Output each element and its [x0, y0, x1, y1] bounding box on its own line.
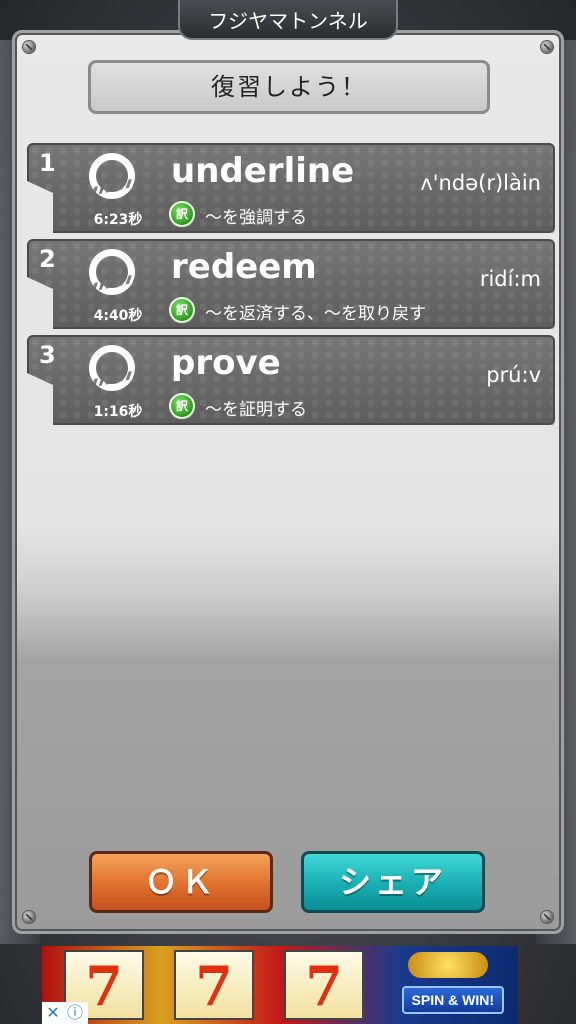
pronunciation: prú:v	[486, 363, 541, 387]
answer-time: 1:16秒	[93, 404, 143, 420]
answer-time: 6:23秒	[93, 212, 143, 228]
game-screen: フジヤマトンネル 復習しよう！ 1 6:23秒 underline ʌ'ndə(…	[0, 0, 576, 1024]
pronunciation: ridí:m	[479, 267, 541, 291]
stage-name: フジヤマトンネル	[178, 0, 398, 40]
screw-icon	[23, 911, 35, 923]
ad-banner[interactable]: 7 7 7 SPIN & WIN!	[42, 946, 518, 1024]
review-dialog: 復習しよう！ 1 6:23秒 underline ʌ'ndə(r)làin 訳 …	[12, 30, 564, 934]
info-icon[interactable]: ⓘ	[64, 1002, 86, 1024]
translation-badge-icon: 訳	[169, 297, 195, 323]
ok-button[interactable]: ＯＫ	[89, 851, 273, 913]
item-number: 2	[39, 245, 56, 273]
screw-icon	[23, 41, 35, 53]
close-icon[interactable]: ✕	[42, 1002, 64, 1024]
screw-icon	[541, 41, 553, 53]
translation-badge-icon: 訳	[169, 201, 195, 227]
item-number: 3	[39, 341, 56, 369]
word-text: prove	[171, 343, 281, 383]
share-button[interactable]: シェア	[301, 851, 485, 913]
meaning-text: 〜を強調する	[205, 208, 307, 228]
ad-controls: ✕ ⓘ	[42, 1002, 88, 1024]
answer-time: 4:40秒	[93, 308, 143, 324]
word-card-2[interactable]: 2 4:40秒 redeem ridí:m 訳 〜を返済する、〜を取り戻す	[27, 239, 555, 329]
jackpot-logo-icon	[408, 952, 488, 978]
slot-reel: 7	[284, 950, 364, 1020]
translation-badge-icon: 訳	[169, 393, 195, 419]
meaning-text: 〜を返済する、〜を取り戻す	[205, 304, 426, 324]
review-list: 1 6:23秒 underline ʌ'ndə(r)làin 訳 〜を強調する …	[27, 143, 555, 431]
word-text: redeem	[171, 247, 317, 287]
meaning-text: 〜を証明する	[205, 400, 307, 420]
screw-icon	[541, 911, 553, 923]
dialog-title: 復習しよう！	[88, 60, 490, 114]
ring-icon	[89, 153, 135, 199]
pronunciation: ʌ'ndə(r)làin	[420, 171, 541, 195]
word-card-1[interactable]: 1 6:23秒 underline ʌ'ndə(r)làin 訳 〜を強調する	[27, 143, 555, 233]
ring-icon	[89, 249, 135, 295]
ad-cta-button[interactable]: SPIN & WIN!	[401, 986, 504, 1014]
slot-reel: 7	[174, 950, 254, 1020]
item-number: 1	[39, 149, 56, 177]
ring-icon	[89, 345, 135, 391]
word-card-3[interactable]: 3 1:16秒 prove prú:v 訳 〜を証明する	[27, 335, 555, 425]
word-text: underline	[171, 151, 355, 191]
